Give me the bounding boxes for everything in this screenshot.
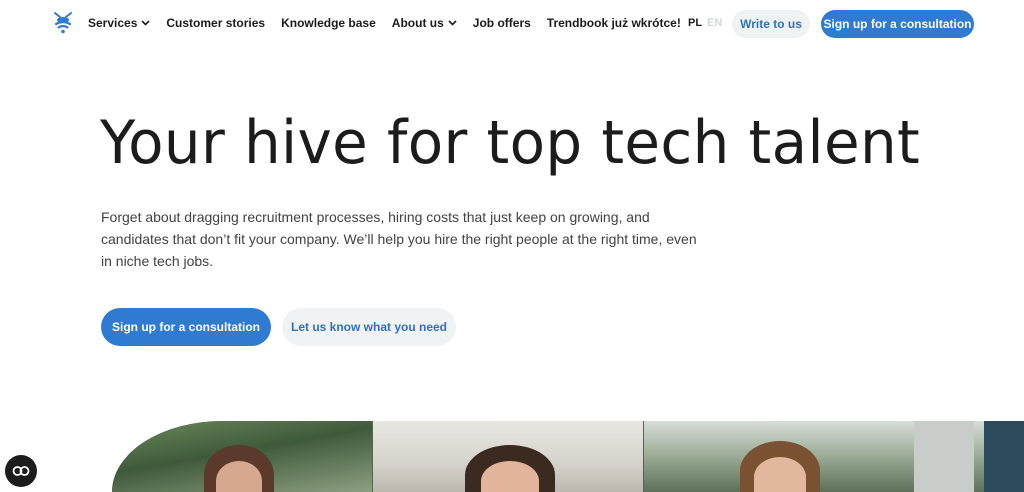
- menu-item-services[interactable]: Services: [88, 16, 150, 30]
- chevron-down-icon: [448, 20, 457, 26]
- hero-signup-button[interactable]: Sign up for a consultation: [101, 308, 271, 346]
- chevron-down-icon: [141, 20, 150, 26]
- header-signup-button[interactable]: Sign up for a consultation: [821, 10, 974, 38]
- hero-title: Your hive for top tech talent: [100, 108, 921, 178]
- menu-item-job-offers[interactable]: Job offers: [473, 16, 531, 30]
- language-pl-link[interactable]: PL: [688, 17, 702, 29]
- let-us-know-button[interactable]: Let us know what you need: [282, 308, 456, 346]
- write-to-us-button[interactable]: Write to us: [732, 10, 810, 38]
- cookie-settings-button[interactable]: [5, 455, 37, 487]
- menu-item-label: Knowledge base: [281, 16, 376, 30]
- top-navigation: Services Customer stories Knowledge base…: [0, 0, 1024, 48]
- menu-item-label: About us: [391, 16, 444, 30]
- team-photo-strip: [112, 421, 1024, 492]
- menu-item-label: Services: [88, 16, 138, 30]
- team-photo-woman: [112, 421, 372, 492]
- menu-item-label: Trendbook już wkrótce!: [546, 16, 681, 30]
- menu-item-customer-stories[interactable]: Customer stories: [166, 16, 265, 30]
- bee-logo-icon[interactable]: [52, 11, 74, 35]
- language-en-link[interactable]: EN: [707, 17, 722, 29]
- cookie-settings-icon: [12, 466, 30, 476]
- team-photo-woman-2: [373, 421, 643, 492]
- menu-item-label: Customer stories: [166, 16, 266, 30]
- team-photo-man: [644, 421, 1024, 492]
- hero-description: Forget about dragging recruitment proces…: [101, 209, 697, 269]
- menu-item-about-us[interactable]: About us: [392, 16, 457, 30]
- menu-item-knowledge-base[interactable]: Knowledge base: [281, 16, 376, 30]
- main-menu: Services Customer stories Knowledge base…: [88, 16, 681, 30]
- menu-item-label: Job offers: [472, 16, 531, 30]
- menu-item-trendbook[interactable]: Trendbook już wkrótce!: [547, 16, 681, 30]
